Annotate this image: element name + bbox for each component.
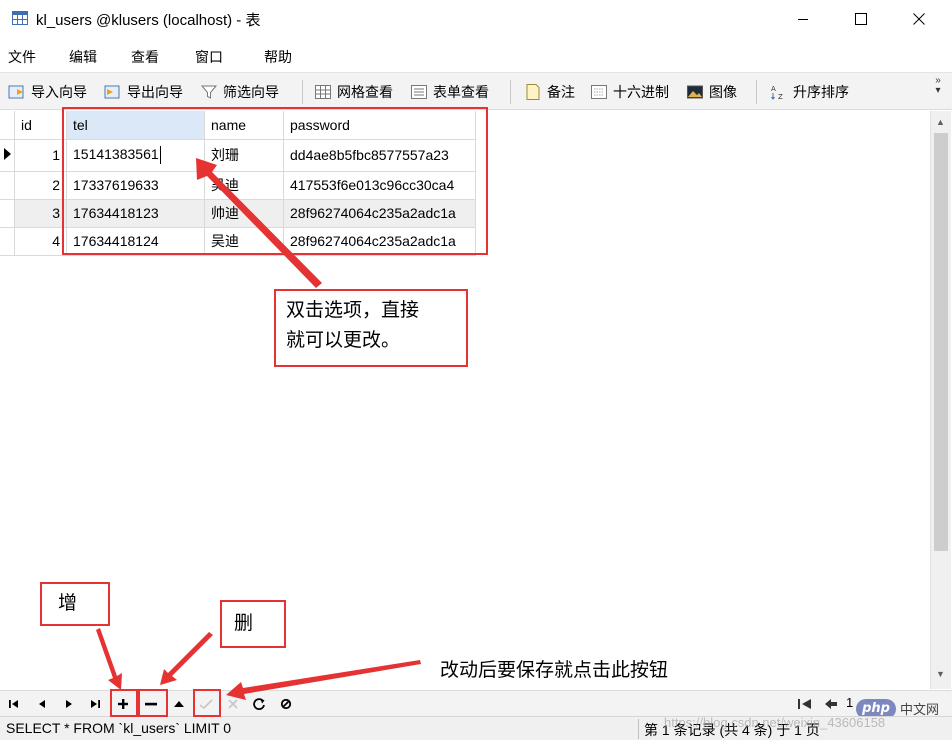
hex-label: 十六进制 bbox=[613, 84, 669, 100]
cell-id[interactable]: 1 bbox=[14, 139, 67, 172]
export-wizard-button[interactable]: 导出向导 bbox=[104, 80, 183, 104]
grid-view-icon bbox=[315, 85, 331, 99]
previous-record-icon[interactable] bbox=[33, 695, 51, 713]
row-indicator-header bbox=[0, 111, 15, 140]
table-icon bbox=[12, 11, 28, 25]
row-indicator bbox=[0, 199, 15, 228]
blog-watermark: https://blog.csdn.net/weixin_43606158 bbox=[664, 715, 886, 730]
stop-icon[interactable] bbox=[277, 695, 295, 713]
edit-note: 双击选项，直接 就可以更改。 bbox=[274, 289, 468, 367]
toolbar: 导入向导 导出向导 筛选向导 网格查看 表单查看 备注 十六进制 图像 A Z … bbox=[0, 72, 952, 110]
filter-wizard-label: 筛选向导 bbox=[223, 84, 279, 100]
form-view-icon bbox=[411, 85, 427, 99]
maximize-icon bbox=[855, 13, 867, 25]
cell-id[interactable]: 3 bbox=[14, 199, 67, 228]
sort-asc-label: 升序排序 bbox=[793, 84, 849, 100]
menu-window[interactable]: 窗口 bbox=[195, 47, 223, 67]
hex-icon bbox=[591, 85, 607, 99]
export-icon bbox=[104, 85, 120, 99]
svg-text:Z: Z bbox=[778, 93, 783, 101]
cell-id[interactable]: 4 bbox=[14, 227, 67, 256]
delete-button-highlight bbox=[138, 689, 168, 717]
edit-note-line1: 双击选项，直接 bbox=[286, 299, 420, 321]
vertical-scrollbar[interactable]: ▲ ▼ bbox=[930, 111, 951, 689]
memo-icon bbox=[526, 84, 540, 100]
add-button-highlight bbox=[110, 689, 138, 717]
previous-page-icon[interactable] bbox=[822, 695, 840, 713]
current-row-arrow-icon bbox=[4, 147, 11, 160]
sort-asc-button[interactable]: AZ 升序排序 bbox=[770, 80, 849, 104]
image-icon bbox=[687, 85, 703, 99]
svg-text:A: A bbox=[771, 85, 776, 93]
filter-icon bbox=[200, 85, 218, 99]
image-label: 图像 bbox=[709, 84, 737, 100]
save-note: 改动后要保存就点击此按钮 bbox=[440, 659, 669, 681]
status-divider bbox=[638, 719, 639, 739]
sql-query-text: SELECT * FROM `kl_users` LIMIT 0 bbox=[6, 720, 232, 736]
hex-button[interactable]: 十六进制 bbox=[590, 80, 669, 104]
menu-file[interactable]: 文件 bbox=[8, 47, 36, 67]
memo-label: 备注 bbox=[547, 84, 575, 100]
form-view-label: 表单查看 bbox=[433, 84, 489, 100]
memo-button[interactable]: 备注 bbox=[524, 80, 575, 104]
current-row-indicator bbox=[0, 139, 15, 172]
import-icon bbox=[8, 85, 24, 99]
close-button[interactable] bbox=[896, 0, 942, 38]
discard-changes-button[interactable] bbox=[224, 695, 242, 713]
menu-help[interactable]: 帮助 bbox=[264, 47, 292, 67]
last-record-icon[interactable] bbox=[86, 695, 104, 713]
import-wizard-label: 导入向导 bbox=[31, 84, 87, 100]
page-number[interactable]: 1 bbox=[846, 695, 853, 710]
grid-view-button[interactable]: 网格查看 bbox=[314, 80, 393, 104]
add-note: 增 bbox=[40, 582, 110, 626]
toolbar-divider bbox=[756, 80, 757, 104]
scrollbar-thumb[interactable] bbox=[934, 133, 948, 551]
cell-id[interactable]: 2 bbox=[14, 171, 67, 200]
toolbar-overflow-icon[interactable]: » ▾ bbox=[932, 76, 944, 96]
row-indicator bbox=[0, 227, 15, 256]
sort-ascending-icon: AZ bbox=[771, 85, 783, 101]
edit-note-line2: 就可以更改。 bbox=[286, 329, 401, 351]
next-record-icon[interactable] bbox=[60, 695, 78, 713]
import-wizard-button[interactable]: 导入向导 bbox=[8, 80, 87, 104]
refresh-icon[interactable] bbox=[250, 695, 268, 713]
minimize-button[interactable] bbox=[780, 0, 826, 38]
filter-wizard-button[interactable]: 筛选向导 bbox=[200, 80, 279, 104]
menu-bar: 文件 编辑 查看 窗口 帮助 bbox=[0, 40, 952, 70]
first-record-icon[interactable] bbox=[5, 695, 23, 713]
form-view-button[interactable]: 表单查看 bbox=[410, 80, 489, 104]
scroll-down-icon[interactable]: ▼ bbox=[936, 669, 945, 679]
menu-view[interactable]: 查看 bbox=[131, 47, 159, 67]
export-wizard-label: 导出向导 bbox=[127, 84, 183, 100]
delete-note-text: 删 bbox=[234, 612, 254, 634]
minimize-icon bbox=[798, 19, 808, 20]
toolbar-divider bbox=[302, 80, 303, 104]
close-icon bbox=[913, 13, 925, 25]
scroll-up-icon[interactable]: ▲ bbox=[936, 117, 945, 127]
menu-edit[interactable]: 编辑 bbox=[69, 47, 97, 67]
move-up-icon[interactable] bbox=[170, 695, 188, 713]
grid-view-label: 网格查看 bbox=[337, 84, 393, 100]
row-indicator bbox=[0, 171, 15, 200]
column-header-id[interactable]: id bbox=[14, 111, 67, 140]
window-title: kl_users @klusers (localhost) - 表 bbox=[36, 12, 261, 29]
first-page-icon[interactable] bbox=[796, 695, 814, 713]
apply-button-highlight bbox=[193, 689, 221, 717]
table-window: kl_users @klusers (localhost) - 表 文件 编辑 … bbox=[0, 0, 952, 740]
image-button[interactable]: 图像 bbox=[686, 80, 737, 104]
toolbar-divider bbox=[510, 80, 511, 104]
table-highlight-box bbox=[62, 107, 488, 255]
discard-icon bbox=[228, 699, 238, 709]
maximize-button[interactable] bbox=[838, 0, 884, 38]
delete-note: 删 bbox=[220, 600, 286, 648]
add-note-text: 增 bbox=[58, 592, 78, 614]
title-bar: kl_users @klusers (localhost) - 表 bbox=[0, 0, 952, 38]
